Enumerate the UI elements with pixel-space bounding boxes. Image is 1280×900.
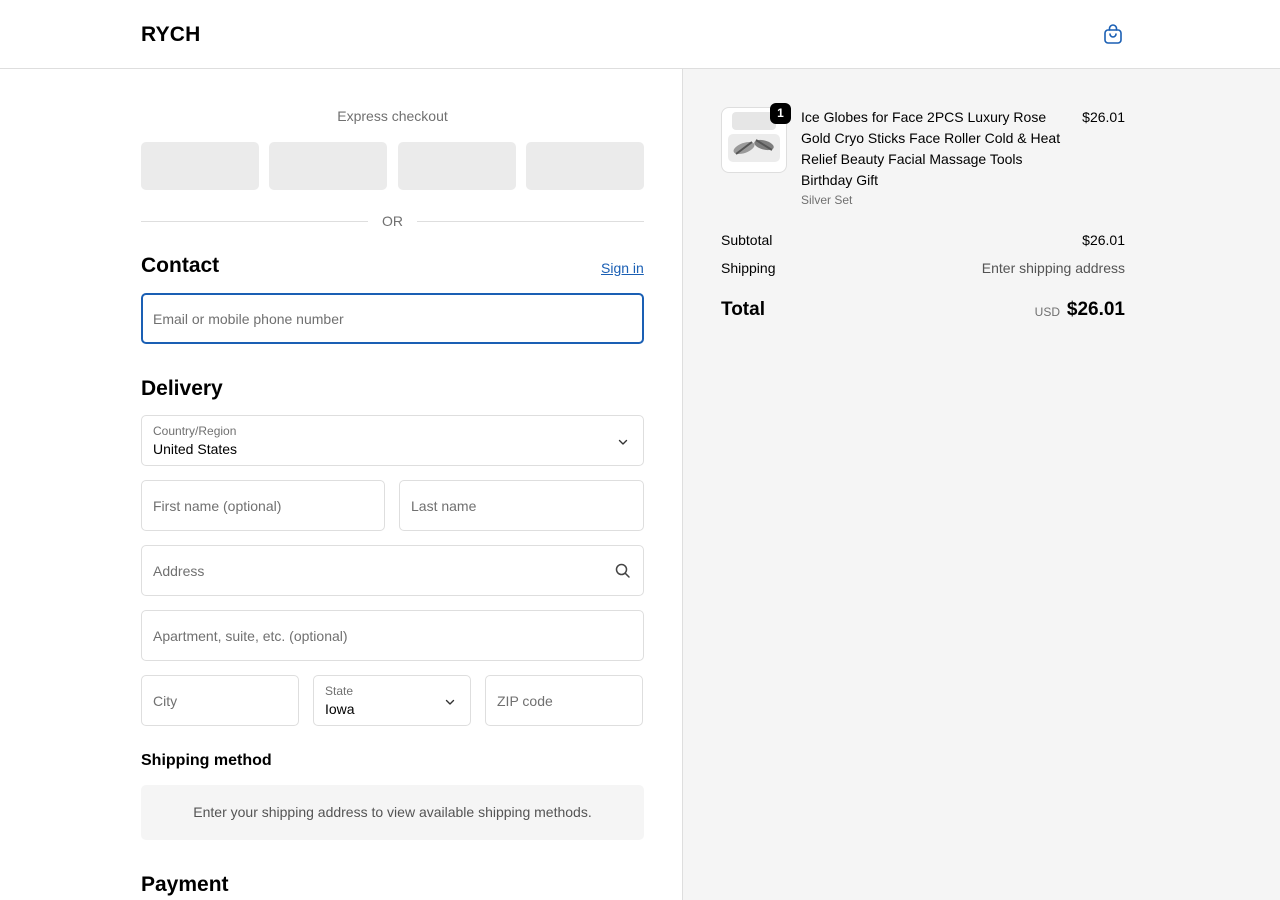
contact-heading: Contact xyxy=(141,254,220,277)
chevron-down-icon xyxy=(618,439,628,445)
chevron-down-icon xyxy=(445,699,455,705)
shipping-method-heading: Shipping method xyxy=(141,752,272,769)
store-logo[interactable]: RYCH xyxy=(141,23,201,47)
sign-in-link[interactable]: Sign in xyxy=(601,260,644,276)
total-label: Total xyxy=(721,299,765,320)
or-divider: OR xyxy=(141,212,644,230)
first-name-placeholder: First name (optional) xyxy=(153,498,282,514)
address-field[interactable]: Address xyxy=(141,545,644,596)
total-value: $26.01 xyxy=(1066,299,1125,320)
product-price: $26.01 xyxy=(1082,109,1125,125)
express-pay-button-2[interactable] xyxy=(269,142,387,190)
express-pay-button-1[interactable] xyxy=(141,142,259,190)
apartment-field[interactable]: Apartment, suite, etc. (optional) xyxy=(141,610,644,661)
country-label: Country/Region xyxy=(153,424,237,438)
or-label: OR xyxy=(382,213,403,229)
shipping-label: Shipping xyxy=(721,260,776,276)
shopping-bag-icon[interactable] xyxy=(1101,22,1125,46)
shipping-value: Enter shipping address xyxy=(981,260,1125,276)
product-variant: Silver Set xyxy=(801,193,853,207)
payment-heading: Payment xyxy=(141,873,229,896)
search-icon[interactable] xyxy=(614,562,632,580)
state-label: State xyxy=(325,684,354,698)
state-select[interactable]: State Iowa xyxy=(313,675,471,726)
last-name-field[interactable]: Last name xyxy=(399,480,644,531)
total-currency: USD xyxy=(1034,305,1060,319)
zip-placeholder: ZIP code xyxy=(497,693,553,709)
express-pay-button-4[interactable] xyxy=(526,142,644,190)
first-name-field[interactable]: First name (optional) xyxy=(141,480,385,531)
city-field[interactable]: City xyxy=(141,675,299,726)
city-placeholder: City xyxy=(153,693,178,709)
email-field[interactable]: Email or mobile phone number xyxy=(141,293,644,344)
zip-field[interactable]: ZIP code xyxy=(485,675,643,726)
country-value: United States xyxy=(153,441,238,457)
subtotal-label: Subtotal xyxy=(721,232,773,248)
shipping-method-notice: Enter your shipping address to view avai… xyxy=(141,785,644,840)
country-select[interactable]: Country/Region United States xyxy=(141,415,644,466)
apartment-placeholder: Apartment, suite, etc. (optional) xyxy=(153,628,348,644)
delivery-heading: Delivery xyxy=(141,377,223,400)
last-name-placeholder: Last name xyxy=(411,498,477,514)
shipping-method-message: Enter your shipping address to view avai… xyxy=(193,804,592,820)
quantity-badge: 1 xyxy=(770,103,791,124)
email-placeholder: Email or mobile phone number xyxy=(153,311,344,327)
state-value: Iowa xyxy=(325,701,355,717)
express-checkout-title: Express checkout xyxy=(337,108,448,124)
address-placeholder: Address xyxy=(153,563,205,579)
express-pay-button-3[interactable] xyxy=(398,142,516,190)
order-summary-panel xyxy=(682,69,1280,900)
subtotal-value: $26.01 xyxy=(1082,232,1125,248)
header: RYCH xyxy=(0,0,1280,69)
product-title: Ice Globes for Face 2PCS Luxury Rose Gol… xyxy=(801,109,1061,188)
